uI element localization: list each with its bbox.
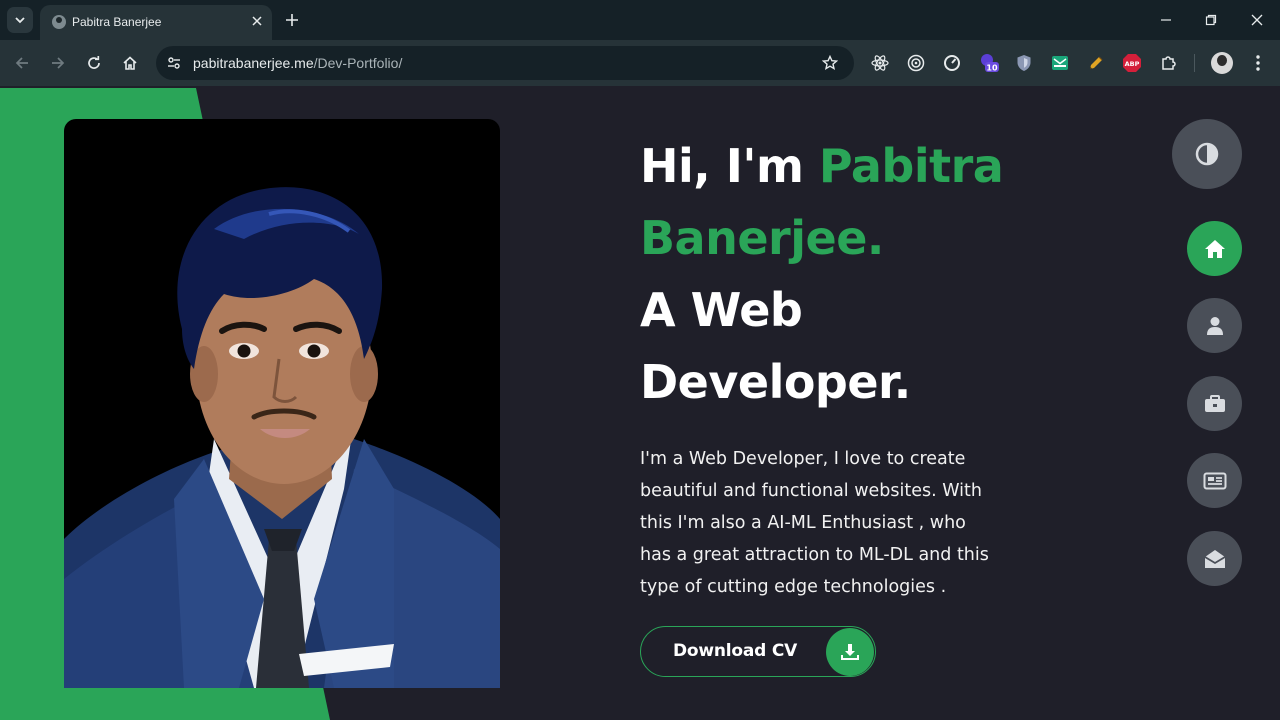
bookmark-button[interactable] (820, 53, 840, 73)
nav-about-button[interactable] (1187, 298, 1242, 353)
site-info-button[interactable] (164, 53, 184, 73)
restore-icon (1205, 14, 1217, 26)
nav-home-button[interactable] (1187, 221, 1242, 276)
extension-dot-icon: 10 (981, 54, 999, 73)
toolbar-divider (1194, 54, 1195, 72)
hero-heading-block: Hi, I'm Pabitra Banerjee. A Web Develope… (640, 130, 1110, 418)
url-host: pabitrabanerjee.me (193, 55, 314, 71)
mail-icon (1052, 56, 1068, 70)
browser-tab[interactable]: Pabitra Banerjee (40, 5, 272, 40)
theme-toggle-button[interactable] (1172, 119, 1242, 189)
browser-menu-button[interactable] (1248, 52, 1268, 74)
extension-shield[interactable] (1013, 52, 1035, 74)
envelope-open-icon (1204, 549, 1225, 568)
adblock-icon: ABP (1123, 54, 1141, 72)
briefcase-icon (1204, 394, 1225, 412)
profile-avatar[interactable] (1211, 52, 1233, 74)
profile-photo (64, 119, 500, 688)
close-window-button[interactable] (1245, 8, 1269, 32)
arrow-left-icon (15, 57, 28, 69)
url-text: pabitrabanerjee.me/Dev-Portfolio/ (193, 55, 402, 71)
new-tab-button[interactable] (282, 10, 302, 30)
extension-react-devtools[interactable] (869, 52, 891, 74)
extension-with-badge[interactable]: 10 (978, 52, 1000, 74)
portrait-illustration (64, 187, 500, 688)
home-icon (1204, 239, 1225, 258)
tune-icon (168, 57, 180, 69)
download-cv-button[interactable]: Download CV (640, 626, 876, 677)
user-icon (1206, 316, 1223, 335)
plus-icon (286, 14, 298, 26)
extension-badge-count: 10 (986, 64, 998, 73)
puzzle-icon (1162, 56, 1176, 70)
forward-button[interactable] (46, 51, 70, 75)
home-outline-icon (123, 56, 137, 70)
browser-tab-strip: Pabitra Banerjee (0, 0, 1280, 40)
react-icon (871, 55, 889, 71)
contrast-icon (1195, 142, 1219, 166)
address-bar[interactable]: pabitrabanerjee.me/Dev-Portfolio/ (156, 46, 854, 80)
star-icon (822, 55, 838, 71)
greeting-text: Hi, I'm (640, 139, 819, 193)
download-cv-label: Download CV (673, 641, 798, 661)
back-button[interactable] (10, 51, 34, 75)
newspaper-icon (1203, 472, 1226, 489)
intro-paragraph: I'm a Web Developer, I love to create be… (640, 449, 989, 597)
role-line-2: Developer. (640, 355, 911, 409)
extension-adblock-plus[interactable]: ABP (1121, 52, 1143, 74)
favicon-icon (52, 15, 66, 29)
role-line-1: A Web (640, 283, 803, 337)
arrow-right-icon (52, 57, 65, 69)
nav-contact-button[interactable] (1187, 531, 1242, 586)
close-icon (252, 16, 262, 26)
nav-blog-button[interactable] (1187, 453, 1242, 508)
target-icon (907, 54, 925, 72)
nav-portfolio-button[interactable] (1187, 376, 1242, 431)
adblock-label: ABP (1125, 60, 1140, 68)
extension-speedometer[interactable] (941, 52, 963, 74)
name-first: Pabitra (818, 139, 1004, 193)
shield-icon (1017, 55, 1031, 71)
more-vertical-icon (1256, 55, 1260, 71)
portfolio-page: Hi, I'm Pabitra Banerjee. A Web Develope… (0, 88, 1280, 720)
chevron-down-icon (15, 17, 25, 24)
restore-button[interactable] (1199, 8, 1223, 32)
url-path: /Dev-Portfolio/ (313, 55, 403, 71)
hero-heading: Hi, I'm Pabitra Banerjee. A Web Develope… (640, 130, 1110, 418)
extensions-menu-button[interactable] (1158, 52, 1180, 74)
pen-icon (1090, 56, 1103, 69)
close-icon (1251, 14, 1263, 26)
reload-button[interactable] (82, 51, 106, 75)
name-last: Banerjee. (640, 211, 884, 265)
browser-toolbar: pabitrabanerjee.me/Dev-Portfolio/ 10 ABP (0, 40, 1280, 86)
minimize-button[interactable] (1154, 8, 1178, 32)
reload-icon (88, 56, 100, 69)
extension-pen[interactable] (1085, 52, 1107, 74)
tab-search-button[interactable] (7, 7, 33, 33)
home-button[interactable] (118, 51, 142, 75)
download-icon (841, 644, 859, 660)
download-icon-circle (826, 628, 874, 676)
tab-title: Pabitra Banerjee (72, 15, 162, 29)
minimize-icon (1161, 19, 1171, 21)
extension-target[interactable] (905, 52, 927, 74)
gauge-icon (944, 55, 960, 71)
tab-close-button[interactable] (248, 12, 266, 30)
extension-mail[interactable] (1049, 52, 1071, 74)
